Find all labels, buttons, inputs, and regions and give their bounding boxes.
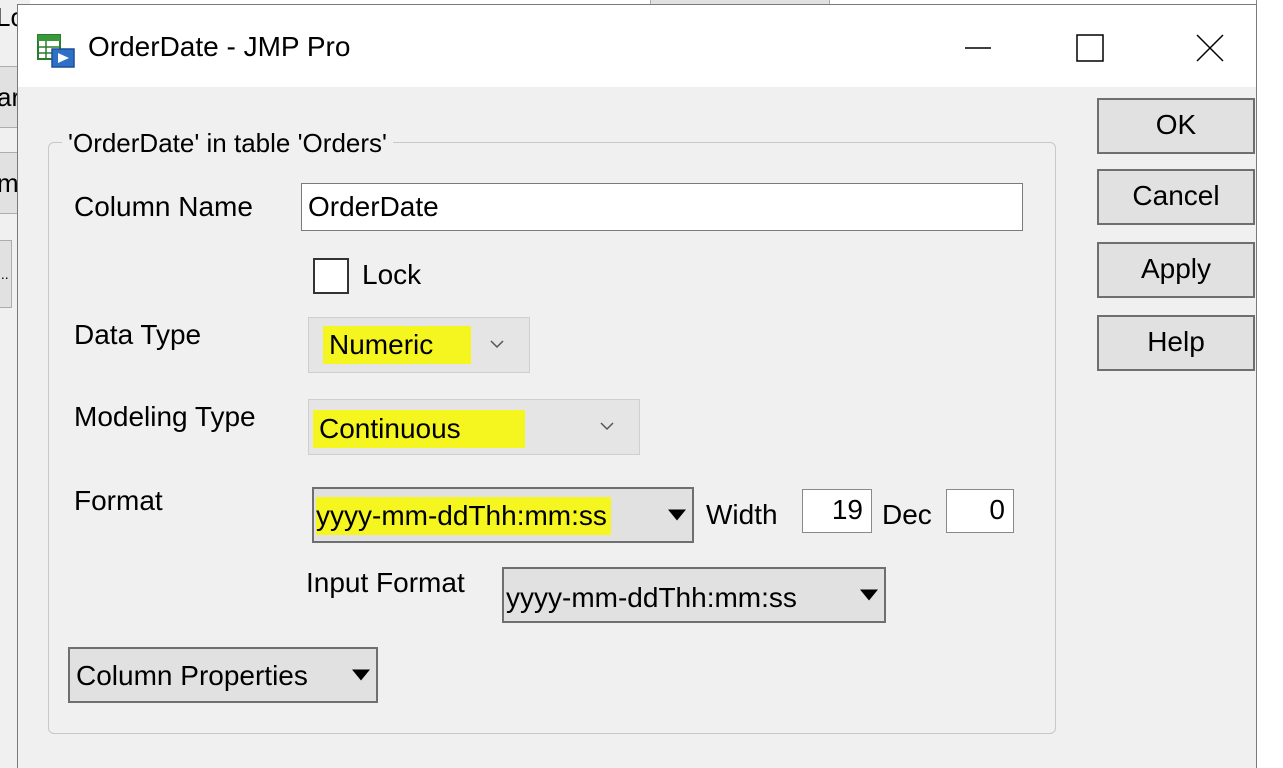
close-icon — [1195, 33, 1225, 63]
background-window-right — [1256, 0, 1283, 768]
maximize-icon — [1075, 33, 1105, 63]
format-label: Format — [74, 485, 163, 516]
data-type-select[interactable]: Numeric — [308, 317, 530, 373]
minimize-button[interactable] — [948, 23, 1008, 73]
width-label: Width — [706, 499, 778, 530]
help-button[interactable]: Help — [1097, 315, 1255, 371]
dropdown-arrow-icon — [860, 589, 878, 601]
background-fragment: ... — [0, 240, 12, 308]
column-info-dialog: OrderDate - JMP Pro 'OrderDate' in table… — [17, 4, 1257, 768]
column-name-label: Column Name — [74, 191, 253, 222]
close-button[interactable] — [1180, 23, 1240, 73]
format-value: yyyy-mm-ddThh:mm:ss — [316, 497, 611, 535]
data-type-value: Numeric — [323, 326, 471, 364]
modeling-type-label: Modeling Type — [74, 401, 256, 432]
modeling-type-value: Continuous — [313, 410, 525, 448]
minimize-icon — [963, 33, 993, 63]
width-field[interactable]: 19 — [802, 489, 872, 533]
chevron-down-icon — [599, 418, 615, 436]
column-name-field[interactable]: OrderDate — [301, 183, 1023, 231]
apply-button[interactable]: Apply — [1097, 242, 1255, 298]
dropdown-arrow-icon — [352, 669, 370, 681]
jmp-table-icon — [36, 29, 76, 69]
dec-label: Dec — [882, 499, 932, 530]
ok-button[interactable]: OK — [1097, 98, 1255, 154]
lock-checkbox[interactable] — [313, 258, 349, 294]
modeling-type-select[interactable]: Continuous — [308, 399, 640, 455]
dropdown-arrow-icon — [668, 509, 686, 521]
input-format-label: Input Format — [306, 567, 465, 598]
dec-field[interactable]: 0 — [946, 489, 1014, 533]
window-title: OrderDate - JMP Pro — [88, 31, 351, 62]
cancel-button[interactable]: Cancel — [1097, 169, 1255, 225]
lock-label[interactable]: Lock — [362, 259, 421, 291]
column-properties-dropdown[interactable]: Column Properties — [68, 647, 378, 703]
column-properties-label: Column Properties — [76, 660, 308, 691]
group-title: 'OrderDate' in table 'Orders' — [62, 128, 393, 159]
maximize-button[interactable] — [1060, 23, 1120, 73]
format-dropdown[interactable]: yyyy-mm-ddThh:mm:ss — [312, 487, 694, 543]
chevron-down-icon — [489, 336, 505, 354]
data-type-label: Data Type — [74, 319, 202, 350]
title-bar[interactable]: OrderDate - JMP Pro — [18, 5, 1256, 87]
input-format-dropdown[interactable]: yyyy-mm-ddThh:mm:ss — [502, 567, 886, 623]
input-format-value: yyyy-mm-ddThh:mm:ss — [506, 582, 797, 613]
